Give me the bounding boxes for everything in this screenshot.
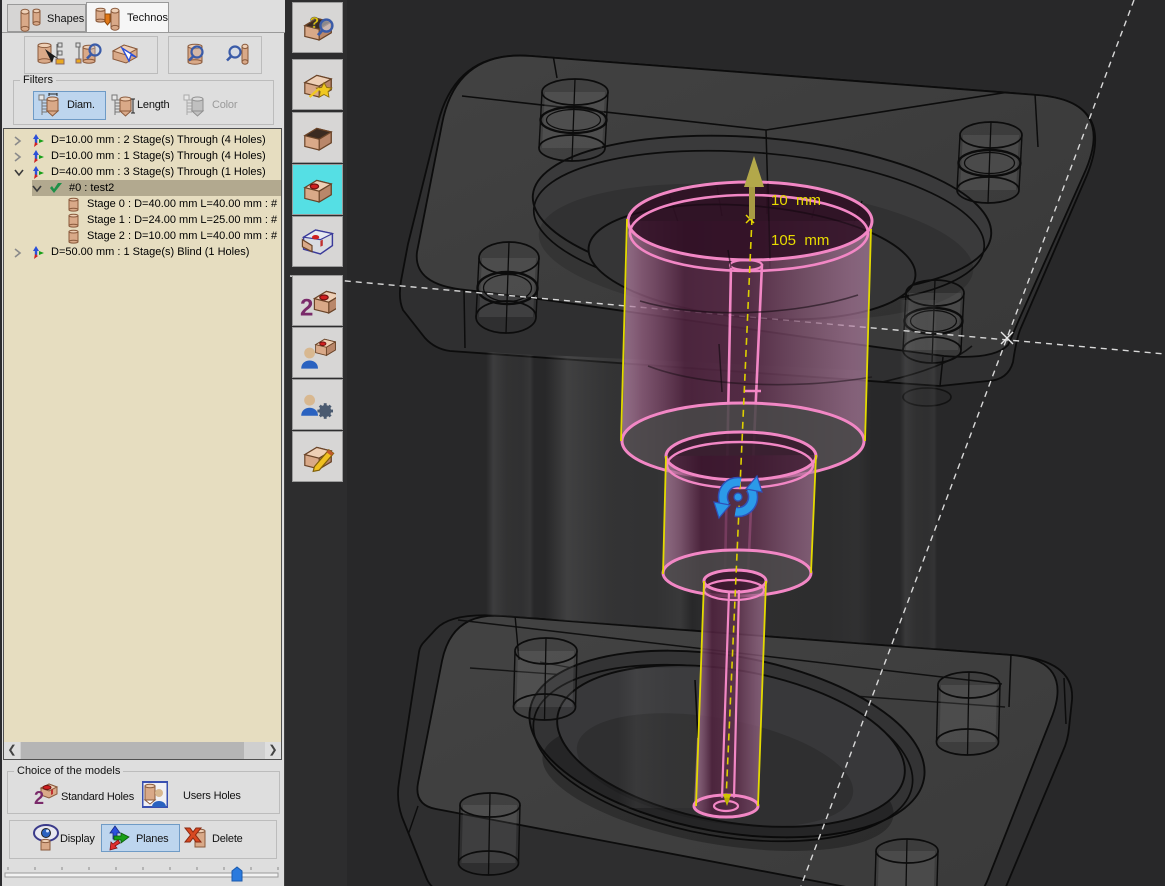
svg-text:2: 2 xyxy=(34,788,44,808)
svg-text:2: 2 xyxy=(300,294,313,318)
svg-text:?: ? xyxy=(310,15,320,32)
svg-text:105 mm: 105 mm xyxy=(771,232,829,249)
svg-text:10 mm: 10 mm xyxy=(771,192,821,209)
